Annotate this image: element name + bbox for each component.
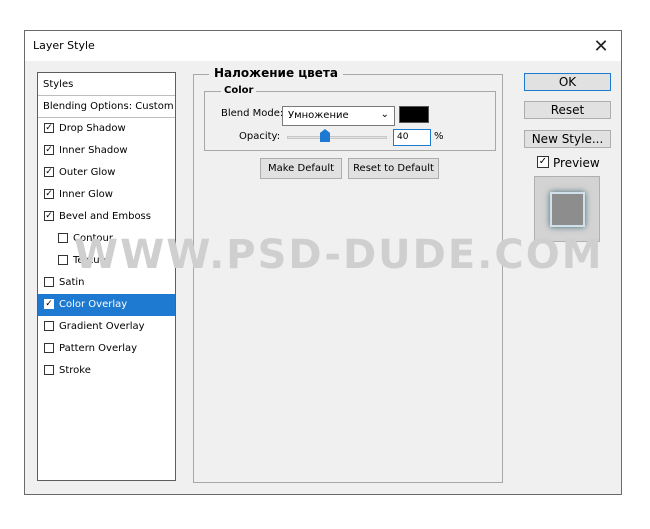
opacity-slider-track[interactable]	[287, 136, 387, 139]
section-title: Наложение цвета	[209, 66, 343, 80]
checkbox-stroke[interactable]	[44, 365, 54, 375]
style-item-label: Satin	[59, 277, 85, 288]
ok-button[interactable]: OK	[524, 73, 611, 91]
close-icon[interactable]: ✕	[581, 31, 621, 61]
style-item-label: Gradient Overlay	[59, 321, 145, 332]
watermark-text: WWW.PSD-DUDE.COM	[74, 232, 604, 278]
blend-mode-value: Умножение	[288, 110, 349, 121]
style-item-label: Pattern Overlay	[59, 343, 138, 354]
style-item-label: Bevel and Emboss	[59, 211, 151, 222]
style-item-outer-glow[interactable]: ✓ Outer Glow	[38, 162, 175, 184]
style-item-stroke[interactable]: Stroke	[38, 360, 175, 382]
title-bar: Layer Style ✕	[25, 31, 621, 61]
style-item-label: Inner Glow	[59, 189, 113, 200]
style-item-pattern-overlay[interactable]: Pattern Overlay	[38, 338, 175, 360]
checkbox-inner-shadow[interactable]: ✓	[44, 145, 54, 155]
styles-header[interactable]: Styles	[38, 73, 175, 96]
checkbox-inner-glow[interactable]: ✓	[44, 189, 54, 199]
opacity-input[interactable]: 40	[393, 129, 431, 146]
opacity-label: Opacity:	[239, 131, 281, 142]
preview-checkbox[interactable]: ✓	[537, 156, 549, 168]
blend-mode-select[interactable]: Умножение ⌄	[282, 106, 395, 126]
make-default-button[interactable]: Make Default	[260, 158, 342, 179]
overlay-color-swatch[interactable]	[399, 106, 429, 123]
style-item-label: Inner Shadow	[59, 145, 128, 156]
style-item-inner-glow[interactable]: ✓ Inner Glow	[38, 184, 175, 206]
style-item-label: Outer Glow	[59, 167, 116, 178]
checkbox-texture[interactable]	[58, 255, 68, 265]
style-item-color-overlay[interactable]: ✓ Color Overlay	[38, 294, 175, 316]
checkbox-gradient-overlay[interactable]	[44, 321, 54, 331]
style-item-bevel-emboss[interactable]: ✓ Bevel and Emboss	[38, 206, 175, 228]
checkbox-outer-glow[interactable]: ✓	[44, 167, 54, 177]
checkbox-color-overlay[interactable]: ✓	[44, 299, 54, 309]
style-item-drop-shadow[interactable]: ✓ Drop Shadow	[38, 118, 175, 140]
color-group-title: Color	[221, 85, 257, 96]
blend-mode-label: Blend Mode:	[221, 108, 284, 119]
dialog-title: Layer Style	[33, 39, 95, 52]
checkbox-pattern-overlay[interactable]	[44, 343, 54, 353]
reset-to-default-button[interactable]: Reset to Default	[348, 158, 439, 179]
checkbox-satin[interactable]	[44, 277, 54, 287]
checkbox-drop-shadow[interactable]: ✓	[44, 123, 54, 133]
checkbox-bevel-emboss[interactable]: ✓	[44, 211, 54, 221]
preview-thumbnail	[550, 192, 585, 227]
style-item-gradient-overlay[interactable]: Gradient Overlay	[38, 316, 175, 338]
opacity-unit: %	[434, 131, 444, 142]
style-item-inner-shadow[interactable]: ✓ Inner Shadow	[38, 140, 175, 162]
blending-options-item[interactable]: Blending Options: Custom	[38, 96, 175, 118]
checkbox-contour[interactable]	[58, 233, 68, 243]
preview-label: Preview	[553, 156, 600, 170]
new-style-button[interactable]: New Style...	[524, 130, 611, 148]
reset-button[interactable]: Reset	[524, 101, 611, 119]
style-item-label: Color Overlay	[59, 299, 128, 310]
style-item-label: Drop Shadow	[59, 123, 126, 134]
chevron-down-icon: ⌄	[380, 109, 389, 120]
style-item-label: Stroke	[59, 365, 91, 376]
